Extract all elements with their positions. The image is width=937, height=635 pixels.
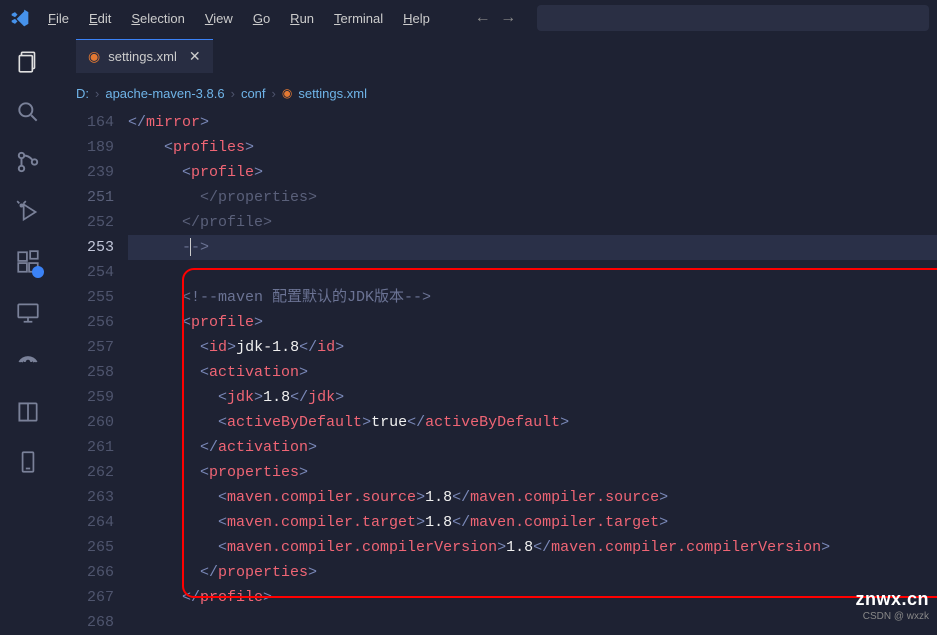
vscode-logo-icon: [8, 6, 32, 30]
line-number: 267: [56, 585, 114, 610]
line-number: 189: [56, 135, 114, 160]
menu-view[interactable]: View: [197, 7, 241, 30]
line-number: 262: [56, 460, 114, 485]
command-center[interactable]: [537, 5, 929, 31]
line-number: 252: [56, 210, 114, 235]
line-number: 256: [56, 310, 114, 335]
line-number: 255: [56, 285, 114, 310]
line-number: 251: [56, 185, 114, 210]
menu-edit[interactable]: Edit: [81, 7, 119, 30]
line-number: 253: [56, 235, 114, 260]
breadcrumb-drive[interactable]: D:: [76, 86, 89, 101]
line-number: 266: [56, 560, 114, 585]
watermark-sub: CSDN @ wxzk: [863, 611, 929, 622]
breadcrumb-seg-1[interactable]: apache-maven-3.8.6: [105, 86, 224, 101]
line-gutter: 164 189 239 251 252 253 254 255 256 257 …: [56, 110, 128, 624]
live-share-icon[interactable]: [14, 348, 42, 376]
menu-go[interactable]: Go: [245, 7, 278, 30]
source-control-icon[interactable]: [14, 148, 42, 176]
line-number: 260: [56, 410, 114, 435]
xml-file-icon: ◉: [88, 48, 100, 65]
tab-bar: ◉ settings.xml ✕: [56, 36, 937, 76]
menu-file[interactable]: File: [40, 7, 77, 30]
mobile-icon[interactable]: [14, 448, 42, 476]
breadcrumb-seg-2[interactable]: conf: [241, 86, 266, 101]
title-bar: File Edit Selection View Go Run Terminal…: [0, 0, 937, 36]
nav-back-icon[interactable]: ←: [478, 9, 488, 27]
line-number: 261: [56, 435, 114, 460]
nav-arrows: ← →: [478, 9, 513, 27]
chevron-right-icon: ›: [272, 86, 276, 101]
line-number: 258: [56, 360, 114, 385]
activity-bar: [0, 36, 56, 624]
line-number: 239: [56, 160, 114, 185]
watermark: znwx.cn: [855, 589, 929, 610]
line-number: 263: [56, 485, 114, 510]
nav-forward-icon[interactable]: →: [504, 9, 514, 27]
project-icon[interactable]: [14, 398, 42, 426]
explorer-icon[interactable]: [14, 48, 42, 76]
line-number: 265: [56, 535, 114, 560]
breadcrumb[interactable]: D: › apache-maven-3.8.6 › conf › ◉ setti…: [76, 82, 937, 104]
remote-icon[interactable]: [14, 298, 42, 326]
menu-help[interactable]: Help: [395, 7, 438, 30]
line-number: 164: [56, 110, 114, 135]
xml-file-icon: ◉: [282, 86, 292, 100]
extensions-icon[interactable]: [14, 248, 42, 276]
editor[interactable]: 164 189 239 251 252 253 254 255 256 257 …: [56, 110, 937, 624]
menu-terminal[interactable]: Terminal: [326, 7, 391, 30]
tab-close-icon[interactable]: ✕: [189, 48, 201, 65]
line-number: 257: [56, 335, 114, 360]
line-number: 268: [56, 610, 114, 635]
line-number: 259: [56, 385, 114, 410]
line-number: 264: [56, 510, 114, 535]
breadcrumb-file[interactable]: settings.xml: [298, 86, 367, 101]
extensions-badge: [32, 266, 44, 278]
menu-bar: File Edit Selection View Go Run Terminal…: [40, 7, 438, 30]
line-number: 254: [56, 260, 114, 285]
run-debug-icon[interactable]: [14, 198, 42, 226]
tab-label: settings.xml: [108, 49, 177, 64]
menu-run[interactable]: Run: [282, 7, 322, 30]
tab-settings-xml[interactable]: ◉ settings.xml ✕: [76, 39, 213, 73]
code-area[interactable]: </mirror> <profiles> <profile> </propert…: [128, 110, 937, 624]
menu-selection[interactable]: Selection: [123, 7, 192, 30]
search-icon[interactable]: [14, 98, 42, 126]
chevron-right-icon: ›: [95, 86, 99, 101]
chevron-right-icon: ›: [231, 86, 235, 101]
